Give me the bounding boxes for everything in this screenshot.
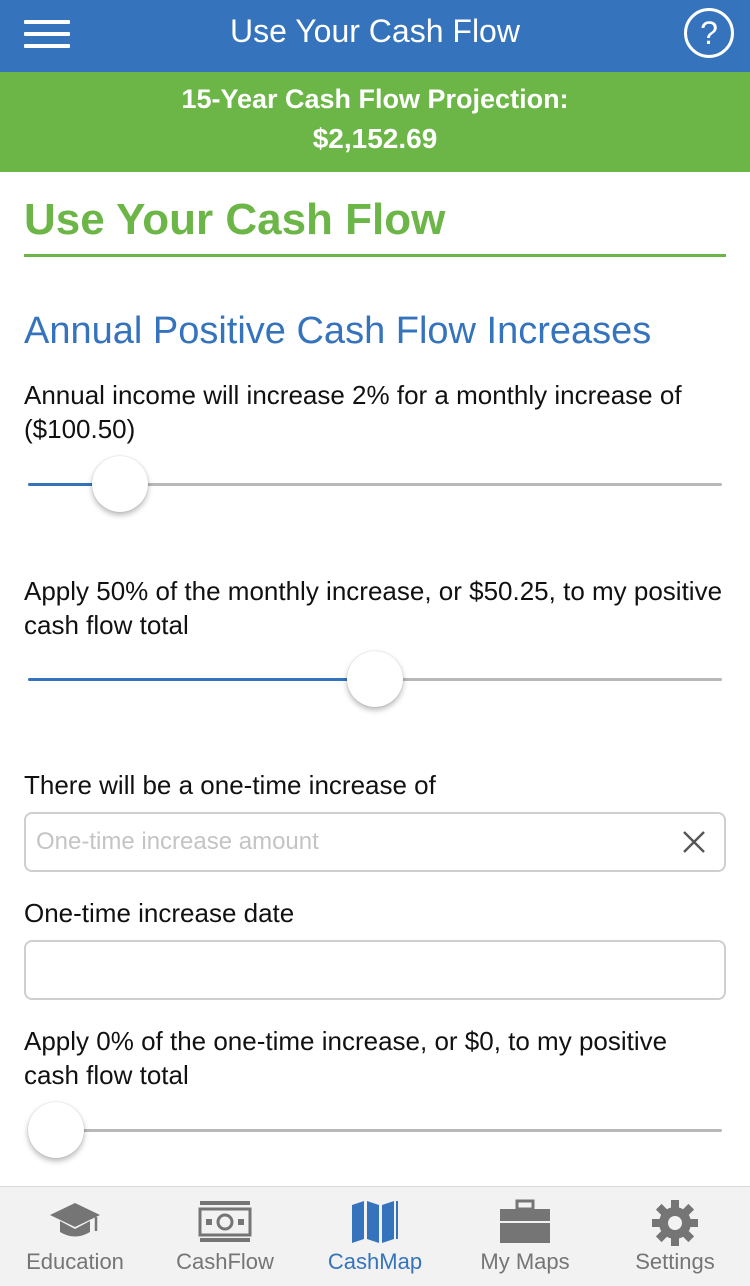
projection-banner: 15-Year Cash Flow Projection: $2,152.69 (0, 72, 750, 172)
title-divider (24, 254, 726, 257)
income-increase-slider[interactable] (28, 455, 722, 515)
one-time-increase-label: There will be a one-time increase of (24, 770, 436, 800)
tab-bar: Education CashFlow CashMap My Maps Setti… (0, 1186, 750, 1286)
tab-my-maps[interactable]: My Maps (450, 1187, 600, 1286)
graduation-cap-icon (50, 1203, 100, 1237)
projection-label: 15-Year Cash Flow Projection: (181, 84, 569, 114)
section-title: Annual Positive Cash Flow Increases (24, 310, 652, 352)
slider-thumb[interactable] (91, 456, 148, 512)
one-time-amount-field[interactable] (24, 812, 726, 872)
tab-education[interactable]: Education (0, 1187, 150, 1286)
one-time-amount-input[interactable] (36, 814, 656, 870)
briefcase-icon (500, 1199, 550, 1243)
projection-value: $2,152.69 (312, 123, 438, 154)
map-icon (352, 1201, 398, 1243)
clear-icon[interactable] (680, 828, 708, 856)
apply-monthly-label: Apply 50% of the monthly increase, or $5… (24, 576, 723, 640)
apply-one-time-slider[interactable] (28, 1101, 722, 1161)
help-icon[interactable]: ? (684, 8, 734, 58)
apply-one-time-label: Apply 0% of the one-time increase, or $0… (24, 1026, 668, 1090)
banknote-icon (198, 1201, 252, 1242)
page-title: Use Your Cash Flow (24, 195, 446, 244)
slider-thumb[interactable] (28, 1102, 84, 1158)
tab-cashflow[interactable]: CashFlow (150, 1187, 300, 1286)
tab-settings[interactable]: Settings (600, 1187, 750, 1286)
one-time-date-field[interactable] (24, 940, 726, 1000)
one-time-date-input[interactable] (36, 942, 656, 998)
gear-icon (652, 1200, 698, 1246)
apply-monthly-slider[interactable] (28, 650, 722, 710)
nav-title: Use Your Cash Flow (230, 13, 520, 49)
tab-cashmap[interactable]: CashMap (300, 1187, 450, 1286)
one-time-date-label: One-time increase date (24, 898, 295, 928)
income-increase-label: Annual income will increase 2% for a mon… (24, 380, 682, 444)
top-bar: Use Your Cash Flow ? (0, 0, 750, 72)
slider-thumb[interactable] (347, 651, 403, 707)
